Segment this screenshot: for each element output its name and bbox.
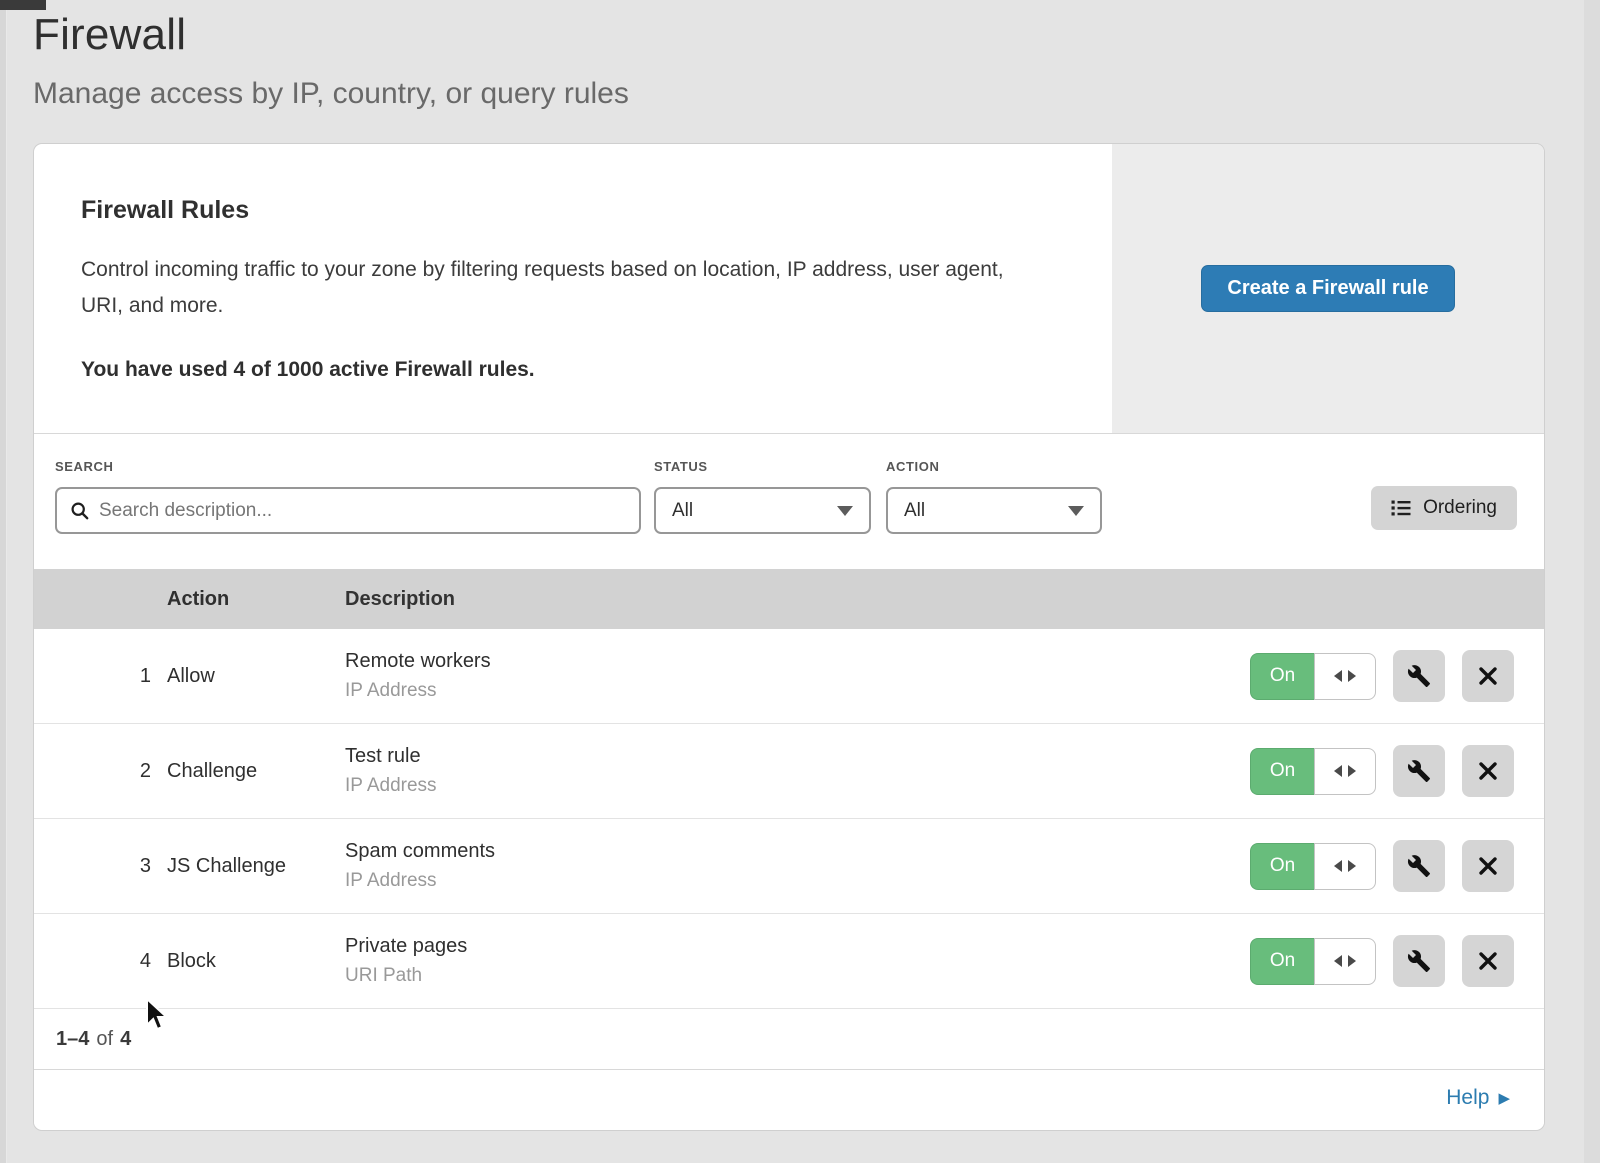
pagination-total: 4 [120,1028,131,1051]
search-input[interactable] [99,500,626,522]
rules-usage-count: You have used 4 of 1000 active Firewall … [81,358,1064,382]
search-box [55,487,641,534]
action-label: ACTION [886,459,1102,474]
rule-enabled-toggle[interactable]: On [1250,653,1376,700]
help-link[interactable]: Help ▶ [1446,1086,1510,1110]
create-firewall-rule-button[interactable]: Create a Firewall rule [1201,265,1454,312]
delete-rule-button[interactable] [1462,650,1514,702]
delete-rule-button[interactable] [1462,745,1514,797]
pagination-of-label: of [96,1028,113,1051]
table-row: 2 Challenge Test rule IP Address On [34,724,1544,819]
chevron-down-icon [837,506,853,516]
left-edge-strip [0,0,7,1163]
rule-match-type: URI Path [345,965,1204,987]
toggle-state-label: On [1250,653,1314,700]
rule-match-type: IP Address [345,870,1204,892]
close-icon [1477,665,1499,687]
close-icon [1477,950,1499,972]
rule-description: Spam comments [345,840,1204,863]
wrench-icon [1407,664,1431,688]
toggle-state-label: On [1250,843,1314,890]
edit-rule-button[interactable] [1393,745,1445,797]
rule-priority: 1 [34,665,167,688]
ordering-button[interactable]: Ordering [1371,486,1517,530]
toggle-arrows-icon [1314,938,1376,985]
rules-description: Control incoming traffic to your zone by… [81,252,1031,324]
rule-description: Private pages [345,935,1204,958]
wrench-icon [1407,949,1431,973]
toggle-arrows-icon [1314,748,1376,795]
toggle-state-label: On [1250,938,1314,985]
edit-rule-button[interactable] [1393,650,1445,702]
ordered-list-icon [1391,498,1411,518]
rule-priority: 3 [34,855,167,878]
create-rule-panel: Create a Firewall rule [1112,144,1544,433]
rule-action: JS Challenge [167,855,345,878]
rule-description: Test rule [345,745,1204,768]
close-icon [1477,855,1499,877]
rules-section-title: Firewall Rules [81,196,1064,225]
rule-enabled-toggle[interactable]: On [1250,938,1376,985]
screen-corner-artifact [0,0,46,10]
help-link-label: Help [1446,1086,1489,1110]
toggle-arrows-icon [1314,653,1376,700]
page-title: Firewall [33,10,1600,60]
delete-rule-button[interactable] [1462,840,1514,892]
rule-action: Challenge [167,760,345,783]
wrench-icon [1407,759,1431,783]
firewall-rules-card: Firewall Rules Control incoming traffic … [33,143,1545,1131]
rules-summary-section: Firewall Rules Control incoming traffic … [34,144,1544,434]
rule-match-type: IP Address [345,680,1204,702]
firewall-page: Firewall Manage access by IP, country, o… [0,0,1600,1163]
status-selected-value: All [672,500,693,522]
edit-rule-button[interactable] [1393,935,1445,987]
toggle-arrows-icon [1314,843,1376,890]
search-label: SEARCH [55,459,641,474]
description-column-header: Description [345,588,1204,611]
rule-description: Remote workers [345,650,1204,673]
wrench-icon [1407,854,1431,878]
scrollbar-track[interactable] [1584,0,1600,1163]
help-footer: Help ▶ [34,1070,1544,1126]
rule-action: Allow [167,665,345,688]
edit-rule-button[interactable] [1393,840,1445,892]
table-row: 1 Allow Remote workers IP Address On [34,629,1544,724]
table-rows: 1 Allow Remote workers IP Address On [34,629,1544,1009]
rule-priority: 4 [34,950,167,973]
rule-enabled-toggle[interactable]: On [1250,748,1376,795]
table-row: 4 Block Private pages URI Path On [34,914,1544,1009]
pagination-range: 1–4 [56,1028,89,1051]
filters-bar: SEARCH STATUS All [34,434,1544,569]
delete-rule-button[interactable] [1462,935,1514,987]
rule-priority: 2 [34,760,167,783]
action-column-header: Action [167,588,345,611]
close-icon [1477,760,1499,782]
page-header: Firewall Manage access by IP, country, o… [0,0,1600,111]
search-icon [70,501,90,521]
toggle-state-label: On [1250,748,1314,795]
status-select[interactable]: All [654,487,871,534]
chevron-down-icon [1068,506,1084,516]
action-selected-value: All [904,500,925,522]
help-arrow-icon: ▶ [1498,1089,1510,1107]
action-select[interactable]: All [886,487,1102,534]
table-row: 3 JS Challenge Spam comments IP Address … [34,819,1544,914]
rule-action: Block [167,950,345,973]
table-header: Action Description [34,569,1544,629]
page-subtitle: Manage access by IP, country, or query r… [33,77,1600,111]
rule-enabled-toggle[interactable]: On [1250,843,1376,890]
status-label: STATUS [654,459,871,474]
rule-match-type: IP Address [345,775,1204,797]
ordering-button-label: Ordering [1423,497,1497,519]
pagination-bar: 1–4 of 4 [34,1009,1544,1070]
